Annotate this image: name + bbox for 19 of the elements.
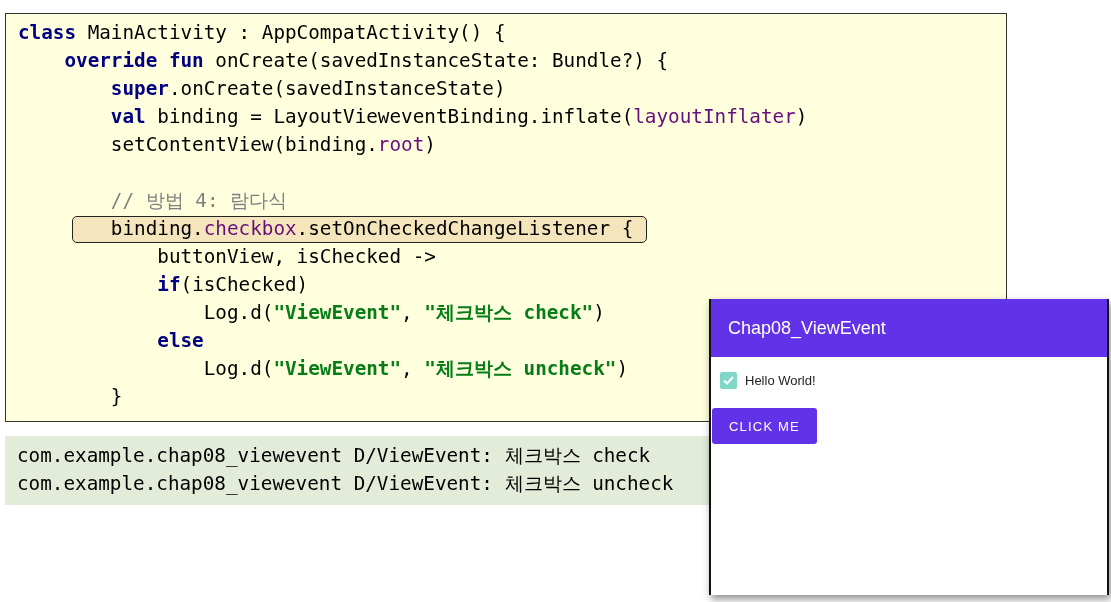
code-line: val binding = LayoutVieweventBinding.inflate(layoutInflater) [109, 104, 808, 130]
code-line: class MainActivity : AppCompatActivity() { [18, 20, 506, 46]
code-line: setContentView(binding.root) [109, 132, 436, 158]
code-line: super.onCreate(savedInstanceState) [109, 76, 506, 102]
code-line: override fun onCreate(savedInstanceState: Bundle?) { [63, 48, 669, 74]
click-me-button[interactable]: CLICK ME [712, 408, 817, 444]
checkbox[interactable] [720, 372, 737, 389]
log-line: com.example.chap08_viewevent D/ViewEvent: 체크박스 check [17, 443, 651, 469]
code-line: } [109, 384, 123, 410]
code-line: else [156, 328, 204, 354]
code-line: Log.d("ViewEvent", "체크박스 check") [202, 300, 605, 326]
checkbox-label: Hello World! [745, 373, 816, 388]
code-line: Log.d("ViewEvent", "체크박스 uncheck") [202, 356, 628, 382]
check-icon [722, 374, 735, 387]
log-line: com.example.chap08_viewevent D/ViewEvent: 체크박스 uncheck [17, 471, 674, 497]
code-line: // 방법 4: 람다식 [109, 188, 288, 214]
code-line: if(isChecked) [156, 272, 309, 298]
code-line: buttonView, isChecked -> [156, 244, 436, 270]
app-title: Chap08_ViewEvent [728, 317, 886, 339]
